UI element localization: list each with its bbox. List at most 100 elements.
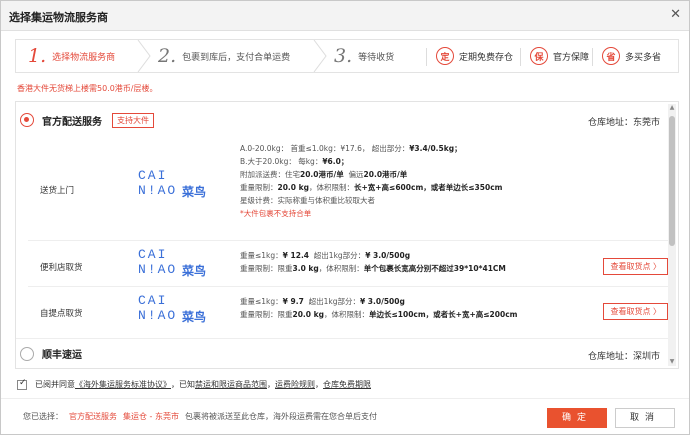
provider-sf-radio[interactable]: [20, 346, 34, 361]
provider-name: 官方配送服务: [42, 116, 102, 128]
insurance-rules-link[interactable]: 运费险规则: [275, 379, 315, 390]
logo-text: 菜鸟: [182, 185, 207, 199]
price: ¥ 3.0/500g: [365, 251, 411, 260]
logo-text: N!AO: [138, 183, 178, 198]
detail-line: A.0-20.0kg： 首重≤1.0kg：¥17.6， 超出部分：: [240, 144, 410, 153]
divider: [426, 48, 427, 66]
agreement-text: ，: [315, 380, 323, 389]
price: 20.0港币/单: [300, 170, 344, 179]
step-3-label: 等待收货: [358, 52, 395, 63]
logo-text: 菜鸟: [182, 310, 207, 324]
weight-limit: 3.0 kg: [292, 264, 319, 273]
view-pickup-points-button[interactable]: 查看取货点 〉: [603, 303, 668, 320]
price: ¥6.0；: [322, 157, 349, 166]
detail-line: ，体积限制：: [308, 183, 354, 192]
agreement-text: ，已知: [171, 380, 195, 389]
price: ¥ 3.0/500g: [359, 297, 405, 306]
selected-provider: 官方配送服务: [69, 412, 117, 421]
storage-badge-icon: 定: [436, 47, 454, 65]
cancel-button[interactable]: 取消: [615, 408, 675, 428]
feature-label: 多买多省: [625, 52, 662, 63]
detail-line: ，体积限制：: [318, 264, 364, 273]
notice-text: 香港大件无货梯上楼需50.0港币/层楼。: [17, 84, 158, 93]
detail-line: B.大于20.0kg： 每kg：: [240, 157, 323, 166]
provider-official-radio[interactable]: [20, 113, 34, 127]
guarantee-badge-icon: 保: [530, 47, 548, 65]
cainiao-logo: CAI N!AO 菜鸟: [134, 168, 210, 202]
cainiao-logo: CAI N!AO 菜鸟: [134, 247, 210, 281]
confirm-button[interactable]: 确定: [547, 408, 607, 428]
warehouse-address: 仓库地址：东莞市: [587, 118, 660, 128]
detail-line: 重量限制：: [240, 183, 278, 192]
feature-label: 定期免费存仓: [459, 52, 514, 63]
method-name: 送货上门: [40, 186, 75, 196]
logo-text: 菜鸟: [182, 264, 207, 278]
dialog-footer: 您已选择： 官方配送服务 集运仓 - 东莞市 包裹将被派送至此仓库，海外段运费需…: [1, 398, 689, 435]
agreement-row: 已阅并同意 《海外集运服务标准协议》 ，已知 禁运和限运商品范围 ， 运费险规则…: [17, 378, 371, 390]
method-details: 重量≤1kg：¥ 12.4 超出1kg部分：¥ 3.0/500g 重量限制：限重…: [240, 249, 506, 275]
logo-text: CAI: [138, 168, 168, 183]
view-pickup-points-button[interactable]: 查看取货点 〉: [603, 258, 668, 275]
detail-line: 超出1kg部分：: [313, 251, 366, 260]
detail-line: 重量≤1kg：: [240, 251, 283, 260]
close-icon[interactable]: ✕: [670, 7, 681, 22]
detail-line: 重量限制：限重: [240, 310, 293, 319]
price: 20.0港币/单: [363, 170, 408, 179]
provider-name: 顺丰速运: [42, 350, 82, 361]
step-3-number: 3.: [334, 45, 353, 67]
divider: [592, 48, 593, 66]
agreement-text: ，: [267, 380, 275, 389]
selection-description: 包裹将被派送至此仓库，海外段运费需在您合单后支付: [184, 412, 377, 421]
feature-label: 官方保障: [553, 52, 590, 63]
step-1-label: 选择物流服务商: [52, 52, 116, 63]
cainiao-logo: CAI N!AO 菜鸟: [134, 293, 210, 327]
scrollbar-thumb[interactable]: [669, 116, 675, 246]
large-item-tag: 支持大件: [112, 112, 154, 128]
chevron-right-icon: [137, 40, 151, 72]
method-home-delivery[interactable]: 送货上门 CAI N!AO 菜鸟 A.0-20.0kg： 首重≤1.0kg：¥1…: [28, 138, 668, 240]
detail-line: 星级计费：实际称重与体积重比较取大者: [240, 196, 375, 205]
detail-line: 重量≤1kg：: [240, 297, 283, 306]
logo-text: CAI: [138, 293, 168, 308]
chevron-right-icon: [313, 40, 327, 72]
free-storage-link[interactable]: 仓库免费期限: [323, 379, 371, 390]
scroll-up-icon[interactable]: ▲: [668, 104, 676, 112]
service-agreement-link[interactable]: 《海外集运服务标准协议》: [75, 379, 171, 390]
selection-label: 您已选择：: [23, 412, 63, 421]
step-2: 2. 包裹到库后，支付合单运费: [158, 40, 328, 72]
step-2-label: 包裹到库后，支付合单运费: [182, 52, 291, 63]
price: ¥ 12.4: [282, 251, 310, 260]
weight-limit: 20.0 kg: [292, 310, 324, 319]
volume-limit: 单个包裹长宽高分别不超过39*10*41CM: [363, 264, 506, 273]
detail-line: 重量限制：限重: [240, 264, 293, 273]
step-1: 1. 选择物流服务商: [16, 40, 144, 72]
provider-official[interactable]: 官方配送服务 支持大件 仓库地址：东莞市: [16, 105, 668, 135]
weight-limit: 20.0 kg: [277, 183, 309, 192]
step-1-number: 1.: [28, 45, 47, 67]
dialog-titlebar: 选择集运物流服务商 ✕: [1, 1, 689, 31]
step-3: 3. 等待收货: [334, 40, 424, 72]
dialog: 选择集运物流服务商 ✕ 1. 选择物流服务商 2. 包裹到库后，支付合单运费 3…: [0, 0, 690, 435]
method-details: 重量≤1kg：¥ 9.7 超出1kg部分：¥ 3.0/500g 重量限制：限重2…: [240, 295, 517, 321]
step-progress: 1. 选择物流服务商 2. 包裹到库后，支付合单运费 3. 等待收货 定 定期免…: [15, 39, 679, 73]
save-badge-icon: 省: [602, 47, 620, 65]
selected-route: 集运仓 - 东莞市: [123, 412, 179, 421]
volume-limit: 长+宽+高≤600cm，或者单边长≤350cm: [353, 183, 503, 192]
provider-sf-express[interactable]: 顺丰速运 仓库地址：深圳市: [16, 338, 668, 368]
provider-list[interactable]: 官方配送服务 支持大件 仓库地址：东莞市 送货上门 CAI N!AO 菜鸟 A.…: [15, 101, 679, 369]
detail-line: 偏远: [348, 170, 364, 179]
agreement-text: 已阅并同意: [35, 380, 75, 389]
warning-text: *大件包裹不支持合单: [240, 209, 312, 218]
scroll-down-icon[interactable]: ▼: [668, 358, 676, 366]
warehouse-address: 仓库地址：深圳市: [587, 352, 660, 362]
logo-text: CAI: [138, 247, 168, 262]
price: ¥3.4/0.5kg；: [409, 144, 462, 153]
scrollbar[interactable]: ▲ ▼: [668, 104, 676, 366]
feature-save-more: 省 多买多省: [602, 47, 661, 65]
volume-limit: 单边长≤100cm，或者长+宽+高≤200cm: [368, 310, 518, 319]
detail-line: ，体积限制：: [323, 310, 369, 319]
agreement-checkbox[interactable]: [17, 378, 27, 390]
method-store-pickup[interactable]: 便利店取货 CAI N!AO 菜鸟 重量≤1kg：¥ 12.4 超出1kg部分：…: [28, 240, 668, 286]
method-self-pickup[interactable]: 自提点取货 CAI N!AO 菜鸟 重量≤1kg：¥ 9.7 超出1kg部分：¥…: [28, 286, 668, 330]
prohibited-items-link[interactable]: 禁运和限运商品范围: [195, 379, 267, 390]
